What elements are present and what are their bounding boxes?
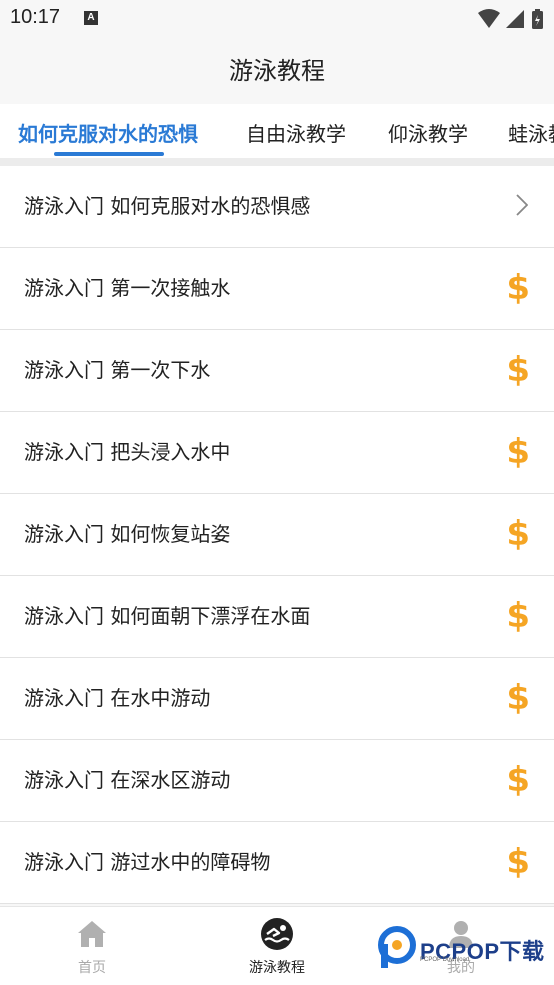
tab-freestyle[interactable]: 自由泳教学 xyxy=(246,118,346,147)
list-item[interactable]: 游泳入门 如何克服对水的恐惧感 xyxy=(0,166,554,248)
list-item[interactable]: 游泳入门 在深水区游动 $ xyxy=(0,740,554,822)
list-item[interactable]: 游泳入门 如何面朝下漂浮在水面 $ xyxy=(0,576,554,658)
tab-divider xyxy=(0,158,554,166)
lesson-list: 游泳入门 如何克服对水的恐惧感 游泳入门 第一次接触水 $ 游泳入门 第一次下水… xyxy=(0,166,554,904)
lesson-title: 游泳入门 第一次接触水 xyxy=(24,276,231,300)
dollar-icon: $ xyxy=(506,268,530,308)
lesson-title: 游泳入门 游过水中的障碍物 xyxy=(24,850,271,874)
pcpop-watermark: PCPOP下载 PCPOP Download xyxy=(378,926,548,970)
tab-breaststroke[interactable]: 蛙泳教 xyxy=(508,118,554,147)
category-tabs: 如何克服对水的恐惧 自由泳教学 仰泳教学 蛙泳教 xyxy=(0,104,554,158)
wifi-icon xyxy=(478,9,500,28)
tab-overcome-fear[interactable]: 如何克服对水的恐惧 xyxy=(18,118,198,147)
notification-a-icon: A xyxy=(84,11,98,25)
nav-home-label: 首页 xyxy=(78,960,106,976)
dollar-icon: $ xyxy=(506,432,530,472)
lesson-title: 游泳入门 在水中游动 xyxy=(24,686,211,710)
list-item[interactable]: 游泳入门 第一次下水 $ xyxy=(0,330,554,412)
dollar-icon: $ xyxy=(506,350,530,390)
tab-backstroke[interactable]: 仰泳教学 xyxy=(388,118,468,147)
list-item[interactable]: 游泳入门 在水中游动 $ xyxy=(0,658,554,740)
lesson-title: 游泳入门 如何面朝下漂浮在水面 xyxy=(24,604,311,628)
swimmer-icon xyxy=(261,918,293,950)
dollar-icon: $ xyxy=(506,760,530,800)
list-item[interactable]: 游泳入门 第一次接触水 $ xyxy=(0,248,554,330)
active-tab-indicator xyxy=(54,152,164,156)
nav-swim-tutorial-label: 游泳教程 xyxy=(249,960,305,976)
dollar-icon: $ xyxy=(506,678,530,718)
page-title: 游泳教程 xyxy=(229,57,325,85)
status-bar: 10:17 A xyxy=(0,0,554,38)
list-item[interactable]: 游泳入门 游过水中的障碍物 $ xyxy=(0,822,554,904)
lesson-title: 游泳入门 在深水区游动 xyxy=(24,768,231,792)
list-item[interactable]: 游泳入门 把头浸入水中 $ xyxy=(0,412,554,494)
nav-home[interactable]: 首页 xyxy=(32,907,152,985)
lesson-title: 游泳入门 第一次下水 xyxy=(24,358,211,382)
list-item[interactable]: 游泳入门 如何恢复站姿 $ xyxy=(0,494,554,576)
lesson-title: 游泳入门 如何恢复站姿 xyxy=(24,522,231,546)
app-header: 游泳教程 xyxy=(0,38,554,104)
home-icon xyxy=(78,921,106,947)
dollar-icon: $ xyxy=(506,514,530,554)
watermark-sub: PCPOP Download xyxy=(420,957,470,963)
battery-icon xyxy=(532,9,543,29)
dollar-icon: $ xyxy=(506,596,530,636)
signal-icon xyxy=(506,10,524,28)
status-icons xyxy=(476,8,546,34)
status-time: 10:17 xyxy=(10,6,61,28)
nav-swim-tutorial[interactable]: 游泳教程 xyxy=(217,907,337,985)
lesson-title: 游泳入门 把头浸入水中 xyxy=(24,440,231,464)
pcpop-logo-icon xyxy=(378,926,416,968)
chevron-right-icon xyxy=(516,194,528,216)
dollar-icon: $ xyxy=(506,842,530,882)
lesson-title: 游泳入门 如何克服对水的恐惧感 xyxy=(24,194,311,218)
